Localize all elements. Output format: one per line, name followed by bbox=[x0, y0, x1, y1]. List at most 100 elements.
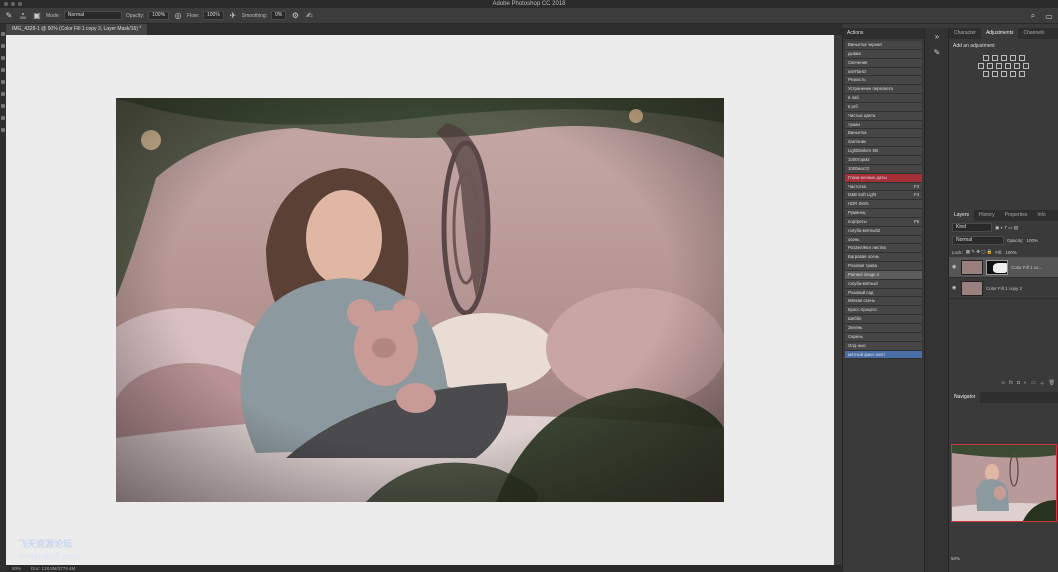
action-item[interactable]: LightDarken SB bbox=[845, 147, 922, 156]
document-tab[interactable]: IMG_4328-1 @ 50% (Color Fill 1 copy 3, L… bbox=[6, 24, 148, 35]
collapse-icon[interactable]: » bbox=[931, 32, 943, 44]
smoothing-field[interactable]: 0% bbox=[271, 11, 287, 20]
action-item[interactable]: Сирень bbox=[845, 332, 922, 342]
brush-settings-panel-icon[interactable]: ✎ bbox=[931, 48, 943, 60]
marquee-tool[interactable] bbox=[1, 44, 5, 48]
action-item[interactable]: клёПанО bbox=[845, 67, 922, 77]
document-photo[interactable] bbox=[116, 98, 724, 502]
flow-field[interactable]: 100% bbox=[203, 11, 224, 20]
blend-mode-select[interactable]: Normal bbox=[952, 236, 1004, 245]
action-item[interactable]: мятный фикс-желт bbox=[845, 350, 922, 360]
add-mask-icon[interactable]: ◘ bbox=[1017, 380, 1020, 388]
tab-navigator[interactable]: Navigator bbox=[949, 392, 981, 403]
selective-color-icon[interactable] bbox=[1018, 71, 1025, 77]
action-item[interactable]: Румянец bbox=[845, 209, 922, 218]
pressure-size-icon[interactable]: ✍ bbox=[304, 11, 314, 21]
action-item[interactable]: туман bbox=[845, 120, 922, 130]
action-item[interactable]: дымка bbox=[845, 49, 922, 59]
workspace-icon[interactable]: ▭ bbox=[1044, 11, 1054, 21]
hand-tool[interactable] bbox=[1, 116, 5, 120]
action-item[interactable]: 1000мост2 bbox=[845, 164, 922, 174]
vibrance-icon[interactable] bbox=[1018, 55, 1025, 61]
trash-icon[interactable]: 🗑 bbox=[1049, 380, 1055, 388]
action-item[interactable]: РозЗелЖел листва bbox=[845, 244, 922, 254]
link-layers-icon[interactable]: ∞ bbox=[1001, 380, 1005, 388]
brush-tool[interactable] bbox=[1, 80, 5, 84]
action-item[interactable]: Резкость bbox=[845, 76, 922, 86]
fill-value[interactable]: 100% bbox=[1005, 250, 1017, 255]
new-adjustment-icon[interactable]: ◐ bbox=[1024, 380, 1027, 388]
channel-mixer-icon[interactable] bbox=[1014, 63, 1020, 69]
search-icon[interactable]: ⌕ bbox=[1028, 11, 1038, 21]
gear-icon[interactable]: ⚙ bbox=[290, 11, 300, 21]
filter-icons[interactable]: ▣ ◐ T ▭ ▤ bbox=[995, 225, 1018, 231]
layer-item[interactable]: ◉ Color Fill 1 copy 2 bbox=[949, 278, 1058, 299]
layer-kind-filter[interactable]: Kind bbox=[952, 223, 992, 232]
action-item[interactable]: портреты F6 bbox=[845, 217, 922, 227]
hue-saturation-icon[interactable] bbox=[978, 63, 984, 69]
zoom-window-button[interactable] bbox=[18, 2, 22, 6]
black-white-icon[interactable] bbox=[996, 63, 1002, 69]
color-balance-icon[interactable] bbox=[987, 63, 993, 69]
action-item[interactable]: Устранение пересвета bbox=[845, 85, 922, 95]
layer-mask-thumbnail[interactable] bbox=[986, 259, 1008, 275]
action-item[interactable]: Розовый сад bbox=[845, 288, 922, 298]
lasso-tool[interactable] bbox=[1, 56, 5, 60]
color-lookup-icon[interactable] bbox=[1023, 63, 1029, 69]
tab-channels[interactable]: Channels bbox=[1018, 28, 1049, 39]
action-item[interactable]: Виньетка bbox=[845, 129, 922, 139]
mode-select[interactable]: Normal bbox=[63, 11, 122, 20]
minimize-window-button[interactable] bbox=[11, 2, 15, 6]
action-item[interactable]: в лаб bbox=[845, 94, 922, 103]
threshold-icon[interactable] bbox=[1000, 71, 1007, 77]
doc-size[interactable]: Doc: 128.8M/3779.4M bbox=[31, 565, 75, 572]
action-item[interactable]: Painted image 2 bbox=[845, 270, 922, 280]
tab-info[interactable]: Info bbox=[1032, 210, 1050, 221]
zoom-level[interactable]: 50% bbox=[12, 565, 21, 572]
action-item[interactable]: 1000торм2 bbox=[845, 155, 922, 165]
action-item[interactable]: в ргб bbox=[845, 102, 922, 112]
action-item[interactable]: Зелень bbox=[845, 324, 922, 333]
zoom-tool[interactable] bbox=[1, 128, 5, 132]
tab-history[interactable]: History bbox=[974, 210, 1000, 221]
action-item[interactable]: Частотка F3 bbox=[845, 182, 922, 192]
tab-properties[interactable]: Properties bbox=[1000, 210, 1033, 221]
navigator-preview[interactable] bbox=[951, 444, 1057, 522]
brightness-contrast-icon[interactable] bbox=[982, 55, 989, 61]
action-item[interactable]: D&B Soft Light F4 bbox=[845, 191, 922, 201]
action-item[interactable]: пантоник bbox=[845, 138, 922, 148]
move-tool[interactable] bbox=[1, 32, 5, 36]
type-tool[interactable] bbox=[1, 104, 5, 108]
action-item[interactable]: Глаза-ночные даты bbox=[845, 173, 922, 183]
new-group-icon[interactable]: ▭ bbox=[1031, 380, 1036, 388]
eraser-tool[interactable] bbox=[1, 92, 5, 96]
action-item[interactable]: голуба-мятный bbox=[845, 279, 922, 289]
new-layer-icon[interactable]: ＋ bbox=[1040, 380, 1045, 388]
tab-character[interactable]: Character bbox=[949, 28, 981, 39]
curves-icon[interactable] bbox=[1000, 55, 1007, 61]
canvas-area[interactable] bbox=[6, 35, 834, 565]
photo-filter-icon[interactable] bbox=[1005, 63, 1011, 69]
brush-settings-icon[interactable]: ▣ bbox=[32, 11, 42, 21]
pressure-opacity-icon[interactable]: ◎ bbox=[173, 11, 183, 21]
action-item[interactable]: HDR SKIN bbox=[845, 200, 922, 210]
lock-icons[interactable]: ▦ ✎ ✥ ▢ 🔒 bbox=[966, 249, 993, 255]
tab-layers[interactable]: Layers bbox=[949, 210, 975, 221]
action-item[interactable]: Чистые цвета bbox=[845, 111, 922, 121]
action-item[interactable]: Мягкая осень bbox=[845, 297, 922, 307]
crop-tool[interactable] bbox=[1, 68, 5, 72]
brush-tool-icon[interactable]: ✎ bbox=[4, 11, 14, 21]
layer-item[interactable]: ◉ Color Fill 1 co... bbox=[949, 257, 1058, 278]
tab-actions[interactable]: Actions bbox=[847, 28, 863, 39]
action-item[interactable]: Олд-нью bbox=[845, 341, 922, 351]
gradient-map-icon[interactable] bbox=[1009, 71, 1016, 77]
posterize-icon[interactable] bbox=[991, 71, 998, 77]
fx-icon[interactable]: fx bbox=[1009, 380, 1013, 388]
exposure-icon[interactable] bbox=[1009, 55, 1016, 61]
invert-icon[interactable] bbox=[982, 71, 989, 77]
tab-adjustments[interactable]: Adjustments bbox=[980, 28, 1019, 39]
brush-preset-picker[interactable]: ● 300 bbox=[18, 11, 28, 21]
action-item[interactable]: осень bbox=[845, 235, 922, 245]
action-item[interactable]: Свечение bbox=[845, 58, 922, 68]
eye-icon[interactable]: ◉ bbox=[952, 285, 958, 291]
